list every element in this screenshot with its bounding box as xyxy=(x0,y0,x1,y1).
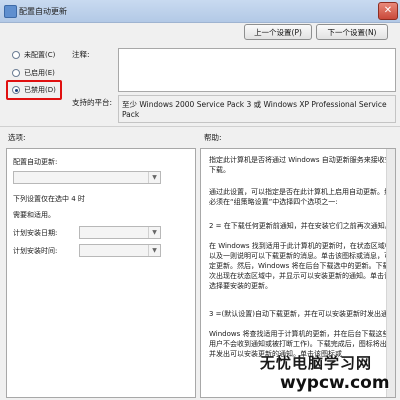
watermark-title: 无忧电脑学习网 xyxy=(260,354,373,372)
radio-circle[interactable] xyxy=(12,69,20,77)
radio-label: 未配置(C) xyxy=(24,51,56,59)
platform-label: 支持的平台: xyxy=(72,98,113,107)
site-watermark: 无忧电脑学习网 wypcw.com xyxy=(254,350,400,400)
help-paragraph: 2 = 在下载任何更新前通知，并在安装它们之前再次通知。 xyxy=(209,222,392,230)
configure-updates-label: 配置自动更新: xyxy=(13,158,58,166)
options-panel: 配置自动更新: ▼ 下列设置仅在选中 4 时 需要和适用。 计划安装日期: ▼ … xyxy=(6,148,196,398)
options-section-label: 选项: xyxy=(8,133,26,142)
watermark-url: wypcw.com xyxy=(280,373,390,393)
section-divider xyxy=(0,126,400,127)
schedule-day-label: 计划安装日期: xyxy=(13,229,58,237)
comment-textarea[interactable] xyxy=(118,48,396,92)
policy-app-icon xyxy=(4,5,17,18)
help-paragraph: 指定此计算机是否将通过 Windows 自动更新服务来接收安全更新和其他重要下载… xyxy=(209,156,395,174)
radio-circle[interactable] xyxy=(12,51,20,59)
comment-label: 注释: xyxy=(72,50,90,59)
radio-enabled[interactable]: 已启用(E) xyxy=(12,67,55,79)
note-line-2: 需要和适用。 xyxy=(13,211,55,219)
next-setting-button[interactable]: 下一个设置(N) xyxy=(316,24,388,40)
highlight-annotation xyxy=(6,80,62,100)
supported-platform-field: 至少 Windows 2000 Service Pack 3 或 Windows… xyxy=(118,95,396,123)
schedule-time-label: 计划安装时间: xyxy=(13,247,58,255)
schedule-time-dropdown[interactable]: ▼ xyxy=(79,244,161,257)
chevron-down-icon: ▼ xyxy=(148,172,160,183)
help-paragraph: 通过此设置，可以指定是否在此计算机上启用自动更新。如果启用该服务，则必须在“组策… xyxy=(209,188,396,206)
help-paragraph: 3 =(默认设置)自动下载更新，并在可以安装更新时发出通知。 xyxy=(209,310,396,318)
chevron-down-icon: ▼ xyxy=(148,245,160,256)
help-paragraph: 在 Windows 找到适用于此计算机的更新时，在状态区域中将出现一个图标，以及… xyxy=(209,242,396,290)
close-icon: ✕ xyxy=(383,5,393,16)
help-section-label: 帮助: xyxy=(204,133,222,142)
configure-updates-dropdown[interactable]: ▼ xyxy=(13,171,161,184)
schedule-day-dropdown[interactable]: ▼ xyxy=(79,226,161,239)
radio-not-configured[interactable]: 未配置(C) xyxy=(12,49,55,61)
note-line-1: 下列设置仅在选中 4 时 xyxy=(13,195,85,203)
previous-setting-button[interactable]: 上一个设置(P) xyxy=(244,24,312,40)
chevron-down-icon: ▼ xyxy=(148,227,160,238)
radio-label: 已启用(E) xyxy=(24,69,55,77)
close-button[interactable]: ✕ xyxy=(378,2,398,20)
window-title: 配置自动更新 xyxy=(19,7,67,16)
title-bar: 配置自动更新 ✕ xyxy=(0,0,400,23)
